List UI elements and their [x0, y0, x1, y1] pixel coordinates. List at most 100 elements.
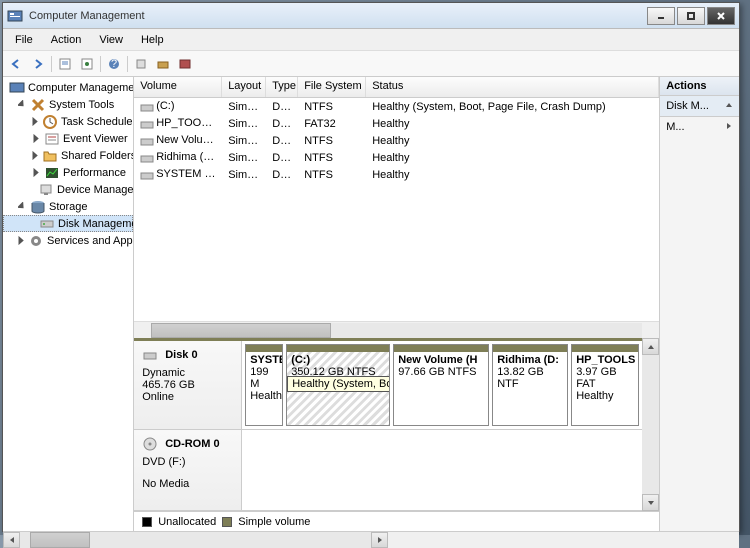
- forward-button[interactable]: [29, 55, 47, 73]
- cdrom-icon: [142, 436, 158, 452]
- scroll-up-icon[interactable]: [642, 338, 659, 355]
- minimize-button[interactable]: [647, 7, 675, 25]
- volume-icon: [140, 135, 154, 147]
- partition[interactable]: Ridhima (D:13.82 GB NTF: [492, 344, 568, 426]
- menubar: File Action View Help: [3, 29, 739, 51]
- menu-file[interactable]: File: [7, 32, 41, 48]
- close-button[interactable]: [707, 7, 735, 25]
- partition[interactable]: HP_TOOLS3.97 GB FATHealthy: [571, 344, 639, 426]
- grid-body: (C:)SimpleDy...NTFSHealthy (System, Boot…: [134, 98, 659, 321]
- tree-performance[interactable]: Performance: [3, 164, 133, 181]
- tree-task-scheduler[interactable]: Task Scheduler: [3, 113, 133, 130]
- tree-device-manager[interactable]: Device Manager: [3, 181, 133, 198]
- legend-swatch-simple: [222, 517, 232, 527]
- disk-row: Disk 0 Dynamic 465.76 GB Online SYSTE199…: [134, 341, 642, 430]
- toolbar-icon-1[interactable]: [132, 55, 150, 73]
- tree-label: Computer Management: [28, 82, 134, 94]
- actions-item[interactable]: M...: [660, 117, 739, 137]
- maximize-button[interactable]: [677, 7, 705, 25]
- performance-icon: [44, 165, 60, 181]
- tree-event-viewer[interactable]: Event Viewer: [3, 130, 133, 147]
- legend-label: Unallocated: [158, 516, 216, 528]
- scrollbar-thumb[interactable]: [151, 323, 331, 338]
- legend-swatch-unallocated: [142, 517, 152, 527]
- scroll-left-icon[interactable]: [3, 532, 20, 548]
- scrollbar-thumb[interactable]: [30, 532, 90, 548]
- table-row[interactable]: Ridhima (D:)SimpleDy...NTFSHealthy: [134, 149, 659, 166]
- grid-header: Volume Layout Type File System Status: [134, 77, 659, 98]
- expand-icon[interactable]: [31, 167, 42, 178]
- tree-label: Shared Folders: [61, 150, 134, 162]
- tree-horizontal-scrollbar[interactable]: [3, 531, 739, 548]
- tree-label: Performance: [63, 167, 126, 179]
- menu-help[interactable]: Help: [133, 32, 172, 48]
- tree-system-tools[interactable]: System Tools: [3, 96, 133, 113]
- toolbar: ?: [3, 51, 739, 77]
- tree-storage[interactable]: Storage: [3, 198, 133, 215]
- expand-icon[interactable]: [31, 133, 42, 144]
- tree-label: Task Scheduler: [61, 116, 134, 128]
- cdrom-type: DVD (F:): [142, 456, 233, 468]
- disk-row: CD-ROM 0 DVD (F:) No Media: [134, 430, 642, 511]
- collapse-icon[interactable]: [17, 99, 28, 110]
- actions-item[interactable]: Disk M...: [660, 96, 739, 117]
- disk-size: 465.76 GB: [142, 379, 233, 391]
- chevron-right-icon: [725, 121, 733, 133]
- collapse-icon[interactable]: [17, 201, 28, 212]
- app-icon: [7, 8, 23, 24]
- volume-icon: [140, 101, 154, 113]
- toolbar-icon-3[interactable]: [176, 55, 194, 73]
- properties-icon[interactable]: [56, 55, 74, 73]
- expand-icon[interactable]: [31, 150, 40, 161]
- actions-label: Disk M...: [666, 100, 709, 112]
- actions-label: M...: [666, 121, 684, 133]
- column-status[interactable]: Status: [366, 77, 659, 97]
- titlebar[interactable]: Computer Management: [3, 3, 739, 29]
- column-type[interactable]: Type: [266, 77, 298, 97]
- refresh-icon[interactable]: [78, 55, 96, 73]
- toolbar-icon-2[interactable]: [154, 55, 172, 73]
- table-row[interactable]: New Volume...SimpleDy...NTFSHealthy: [134, 132, 659, 149]
- column-filesystem[interactable]: File System: [298, 77, 366, 97]
- tree-root[interactable]: Computer Management: [3, 79, 133, 96]
- disk-partitions: [242, 430, 642, 510]
- column-layout[interactable]: Layout: [222, 77, 266, 97]
- help-icon[interactable]: ?: [105, 55, 123, 73]
- disk-info[interactable]: Disk 0 Dynamic 465.76 GB Online: [134, 341, 242, 429]
- disk-info[interactable]: CD-ROM 0 DVD (F:) No Media: [134, 430, 242, 510]
- tree-services[interactable]: Services and Applications: [3, 232, 133, 249]
- cdrom-state: No Media: [142, 478, 233, 490]
- storage-icon: [30, 199, 46, 215]
- legend-label: Simple volume: [238, 516, 310, 528]
- partition-status: Healthy: [576, 390, 634, 402]
- tree-disk-management[interactable]: Disk Management: [3, 215, 133, 232]
- column-volume[interactable]: Volume: [134, 77, 222, 97]
- partition[interactable]: SYSTE199 MHealth: [245, 344, 283, 426]
- table-row[interactable]: SYSTEM (G:)SimpleDy...NTFSHealthy: [134, 166, 659, 183]
- expand-icon[interactable]: [17, 235, 26, 246]
- menu-action[interactable]: Action: [43, 32, 90, 48]
- scroll-right-icon[interactable]: [371, 532, 388, 548]
- table-row[interactable]: HP_TOOLS (E:)SimpleDy...FAT32Healthy: [134, 115, 659, 132]
- event-icon: [44, 131, 60, 147]
- horizontal-scrollbar[interactable]: [134, 321, 659, 338]
- disk-icon: [39, 216, 55, 232]
- table-row[interactable]: (C:)SimpleDy...NTFSHealthy (System, Boot…: [134, 98, 659, 115]
- partition-size: 199 M: [250, 366, 278, 390]
- tools-icon: [30, 97, 46, 113]
- vertical-scrollbar[interactable]: [642, 338, 659, 511]
- tree-label: Storage: [49, 201, 88, 213]
- disk-name: Disk 0: [165, 349, 197, 361]
- expand-icon[interactable]: [31, 116, 40, 127]
- menu-view[interactable]: View: [91, 32, 131, 48]
- partition-name: (C:): [291, 354, 310, 366]
- actions-header: Actions: [660, 77, 739, 96]
- partition-name: New Volume (H: [398, 354, 477, 366]
- partition[interactable]: (C:)350.12 GB NTFSHealthy (System, Boot,…: [286, 344, 390, 426]
- back-button[interactable]: [7, 55, 25, 73]
- partition[interactable]: New Volume (H97.66 GB NTFS: [393, 344, 489, 426]
- disk-partitions: SYSTE199 MHealth (C:)350.12 GB NTFSHealt…: [242, 341, 642, 429]
- tree-shared-folders[interactable]: Shared Folders: [3, 147, 133, 164]
- main-panel: Volume Layout Type File System Status (C…: [134, 77, 659, 531]
- scroll-down-icon[interactable]: [642, 494, 659, 511]
